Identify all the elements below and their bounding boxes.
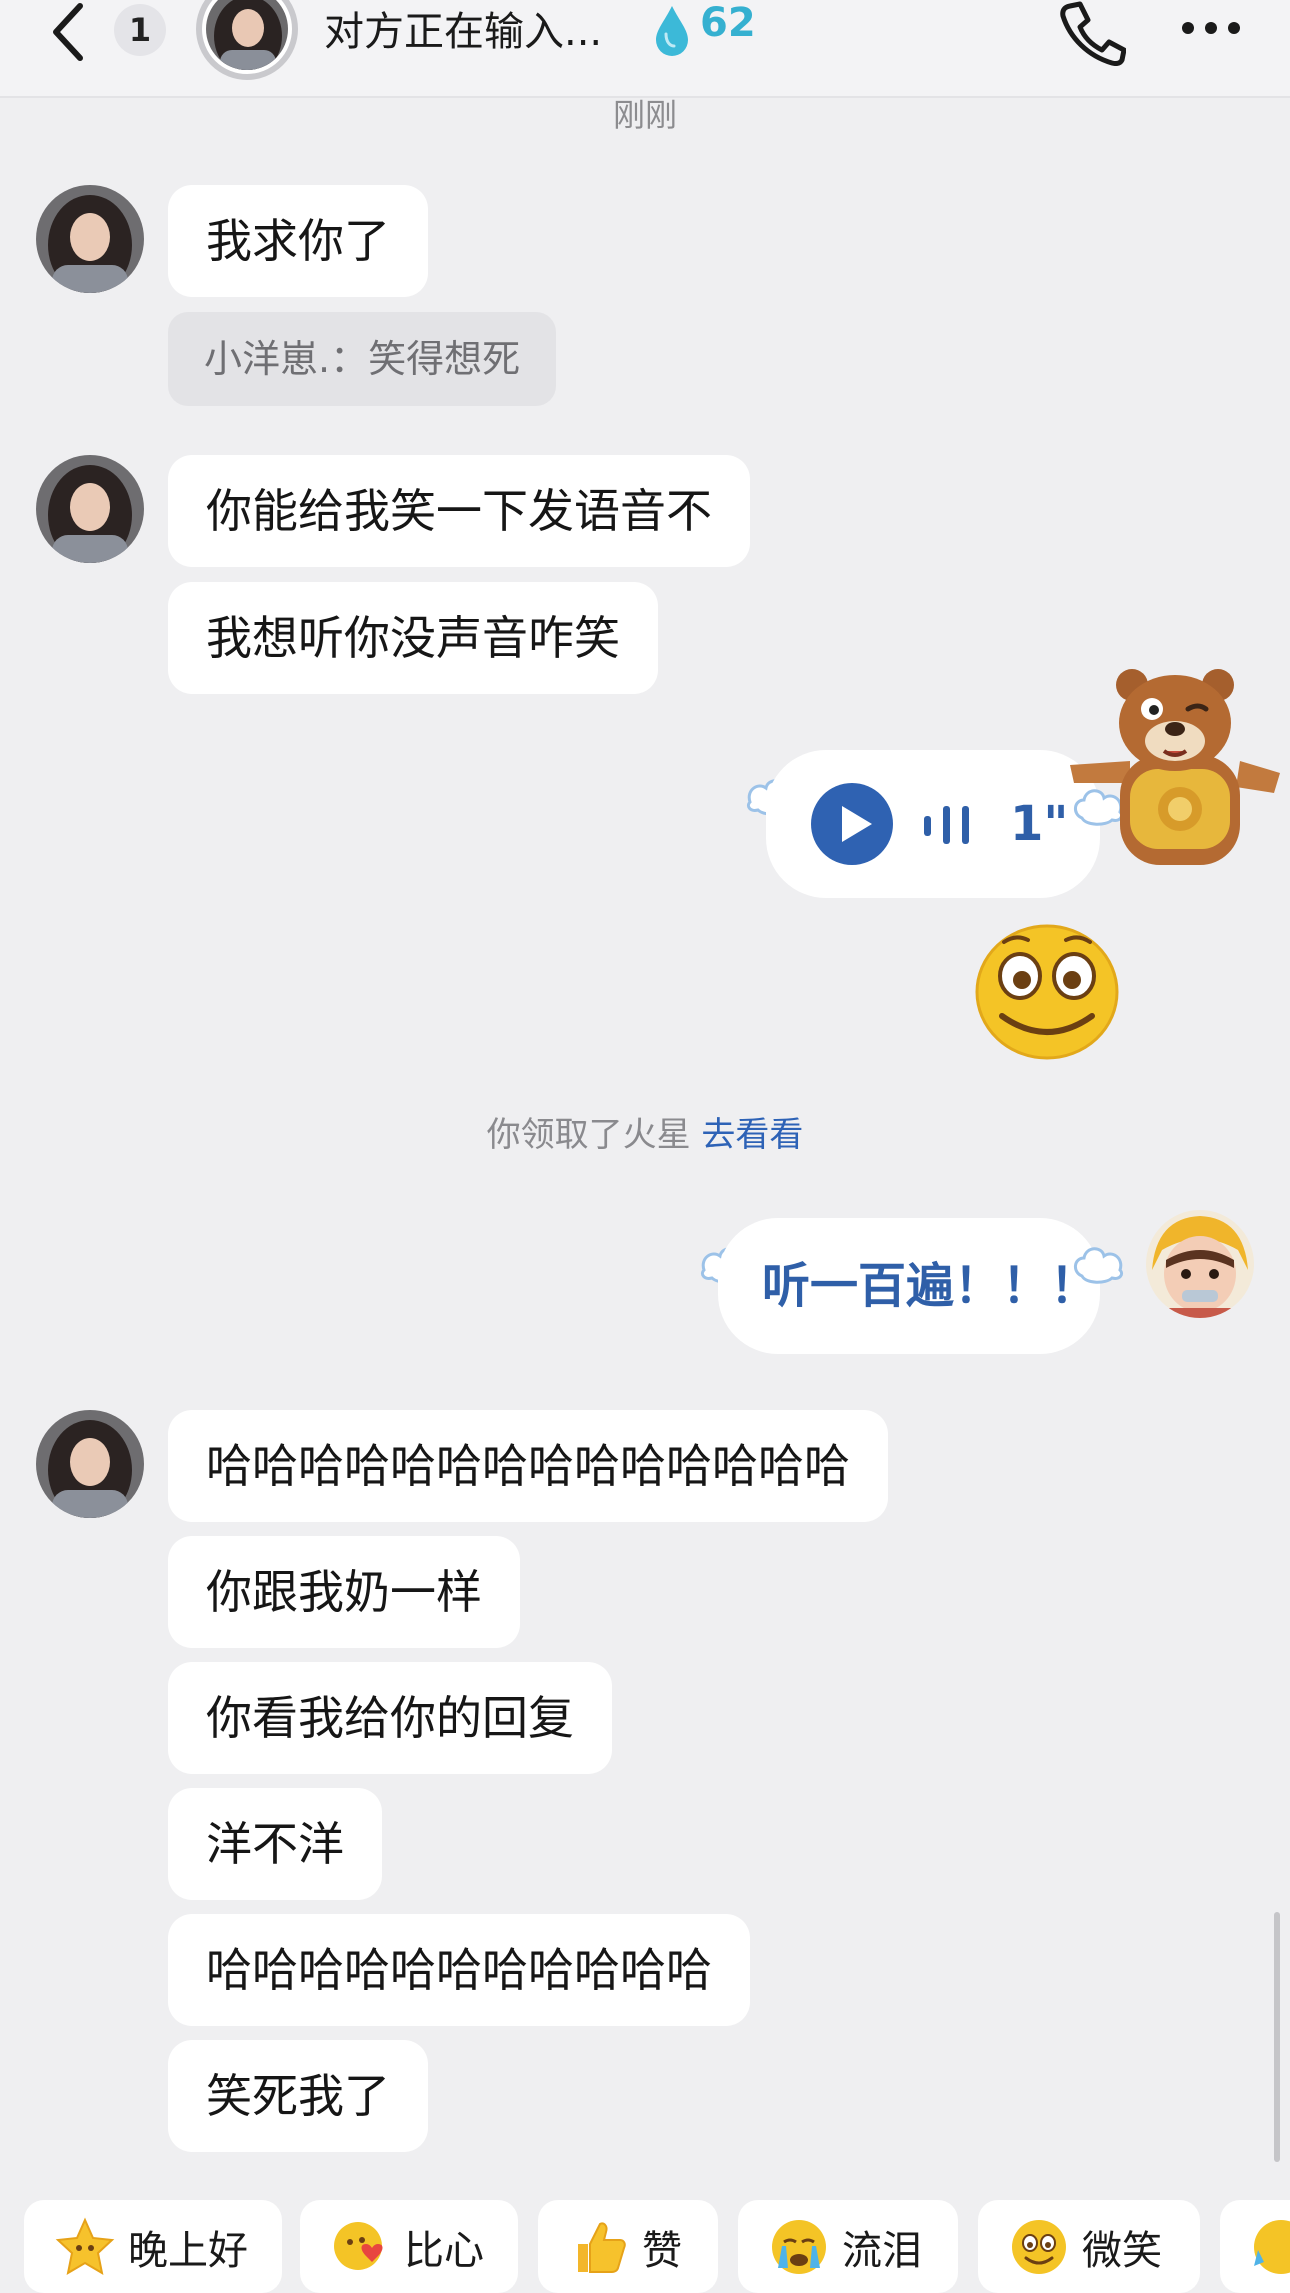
quick-reply-label: 微笑	[1082, 2227, 1162, 2274]
system-notice: 你领取了火星 去看看	[0, 1110, 1290, 1160]
message-bubble[interactable]: 笑死我了	[168, 2040, 428, 2152]
more-button[interactable]	[1180, 18, 1242, 38]
quick-reply-like[interactable]: 赞	[538, 2200, 718, 2293]
more-dots-icon	[1182, 22, 1240, 34]
scrollbar[interactable]	[1274, 1912, 1280, 2162]
phone-icon	[1060, 1, 1127, 67]
timestamp: 刚刚	[612, 96, 677, 134]
thumbs-up-icon	[578, 2222, 626, 2273]
bear-sticker-icon	[1070, 669, 1280, 865]
quick-reply-more[interactable]	[1220, 2200, 1290, 2293]
crying-icon	[772, 2219, 826, 2274]
fire-drop-icon	[652, 4, 692, 56]
message-bubble[interactable]: 你看我给你的回复	[168, 1662, 612, 1774]
message-bubble[interactable]: 洋不洋	[168, 1788, 382, 1900]
quick-reply-smile[interactable]: 微笑	[978, 2200, 1200, 2293]
system-notice-text: 你领取了火星	[486, 1115, 691, 1155]
contact-avatar[interactable]	[196, 0, 298, 80]
back-arrow-icon	[53, 3, 83, 61]
quoted-reply[interactable]: 小洋崽.：笑得想死	[168, 312, 557, 406]
quick-reply-tears[interactable]: 流泪	[738, 2200, 958, 2293]
voice-message[interactable]: 1"	[766, 750, 1100, 898]
spark-count: 62	[700, 0, 756, 46]
message-bubble[interactable]: 你能给我笑一下发语音不	[168, 455, 750, 567]
contact-avatar-small[interactable]	[36, 455, 144, 563]
unread-count-badge[interactable]: 1	[114, 4, 166, 56]
quick-reply-label: 赞	[642, 2227, 682, 2274]
crying-laugh-icon	[1254, 2219, 1290, 2274]
back-button[interactable]	[44, 0, 94, 64]
message-bubble[interactable]: 哈哈哈哈哈哈哈哈哈哈哈	[168, 1914, 750, 2026]
quick-reply-label: 比心	[404, 2227, 484, 2274]
message-bubble[interactable]: 我求你了	[168, 185, 428, 297]
go-see-link[interactable]: 去看看	[701, 1115, 803, 1155]
sent-message-bubble[interactable]: 听一百遍！！！	[718, 1218, 1100, 1354]
quick-reply-label: 流泪	[842, 2227, 922, 2274]
message-bubble[interactable]: 我想听你没声音咋笑	[168, 582, 658, 694]
quick-reply-good-evening[interactable]: 晚上好	[24, 2200, 282, 2293]
message-bubble[interactable]: 哈哈哈哈哈哈哈哈哈哈哈哈哈哈	[168, 1410, 888, 1522]
message-bubble[interactable]: 你跟我奶一样	[168, 1536, 520, 1648]
chat-header: 1 对方正在输入... 62	[0, 0, 1290, 98]
heart-hands-icon	[334, 2221, 383, 2270]
play-icon	[811, 783, 893, 865]
quick-reply-label: 晚上好	[128, 2227, 248, 2274]
smile-icon	[1012, 2219, 1066, 2274]
smile-emoji-icon	[975, 924, 1119, 1060]
contact-avatar-small[interactable]	[36, 1410, 144, 1518]
call-button[interactable]	[1056, 0, 1127, 67]
wing-decoration-icon	[1074, 1247, 1124, 1284]
voice-wave-icon	[924, 806, 969, 844]
star-icon	[55, 2217, 115, 2275]
contact-avatar-small[interactable]	[36, 185, 144, 293]
my-avatar[interactable]	[1146, 1210, 1254, 1318]
chat-title: 对方正在输入...	[324, 9, 603, 55]
quick-reply-heart[interactable]: 比心	[300, 2200, 518, 2293]
